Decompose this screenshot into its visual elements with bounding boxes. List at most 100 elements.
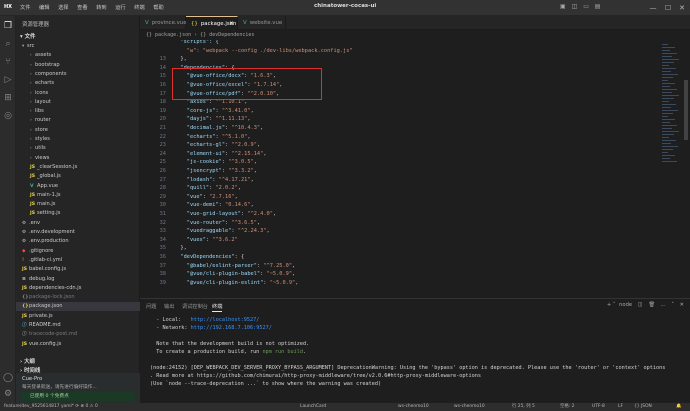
tab-province-vue[interactable]: Vprovince.vue (140, 16, 187, 30)
folder-item[interactable]: ▾ src (16, 42, 140, 50)
minimap[interactable] (660, 40, 682, 296)
indent-setting[interactable]: 空格: 2 (560, 403, 574, 411)
maximize-button[interactable]: ☐ (661, 0, 675, 16)
file-item[interactable]: ⓘ tracecode-post.md (16, 330, 140, 338)
terminal-name[interactable]: node (619, 302, 632, 308)
tab-label: province.vue (151, 20, 187, 26)
status-user[interactable]: ws-chenmo10 (398, 403, 429, 411)
menu-terminal[interactable]: 终端 (134, 4, 144, 11)
panel-tab[interactable]: 调试控制台 (182, 303, 208, 310)
encoding[interactable]: UTF-8 (592, 403, 605, 411)
plugin-icon[interactable]: ◎ (2, 110, 14, 122)
explorer-sidebar: 资源管理器 ▾ 文件 ▾ src › assets › bootstrap › compone… (16, 16, 140, 403)
notifications-bell-icon[interactable]: 🔔 (676, 403, 681, 411)
dropdown-icon[interactable]: ˅ (613, 302, 616, 308)
folder-item[interactable]: › layout (16, 98, 140, 106)
layout-icon[interactable]: ▣ (560, 3, 566, 10)
settings-gear-icon[interactable]: ⚙ (2, 388, 14, 400)
git-branch-status[interactable]: feature/dev_9525614817 yaml* ⟳ ⊗ 0 ⚠ 0 (4, 403, 98, 411)
terminal-token: (Use `node --trace-deprecation ...` to s… (150, 381, 382, 387)
folder-item[interactable]: › views (16, 154, 140, 162)
close-panel-icon[interactable]: ✕ (680, 302, 684, 308)
folder-item[interactable]: › components (16, 70, 140, 78)
trash-icon[interactable]: 🗑 (648, 302, 655, 308)
add-terminal-icon[interactable]: + (607, 302, 611, 308)
file-item[interactable]: {}package-lock.json (16, 293, 140, 301)
menu-edit[interactable]: 编辑 (39, 4, 49, 11)
status-launch[interactable]: LaunchCard (300, 403, 326, 411)
tree-item-label: router (35, 117, 51, 124)
file-item[interactable]: {}package.json (16, 302, 140, 311)
file-item[interactable]: JS _clearSession.js (16, 163, 140, 171)
cursor-position[interactable]: 行 25, 列 5 (512, 403, 535, 411)
file-item[interactable]: JS setting.js (16, 209, 140, 217)
split-icon[interactable]: ◫ (638, 302, 643, 308)
layout-icon[interactable]: ▭ (583, 3, 589, 10)
line-number: 35 (159, 245, 166, 252)
file-item[interactable]: V App.vue (16, 182, 140, 190)
tab-package-json[interactable]: {} package.json × (186, 16, 238, 30)
close-window-button[interactable]: ✕ (675, 0, 689, 16)
folder-item[interactable]: › libs (16, 107, 140, 115)
layout-icon[interactable]: ▤ (595, 3, 601, 10)
file-item[interactable]: JS dependencies-cdn.js (16, 284, 140, 292)
account-icon[interactable]: ◯ (2, 372, 14, 384)
code-editor[interactable]: "scripts": { "w": "webpack --config ./de… (140, 40, 680, 298)
panel-tab[interactable]: 终端 (212, 303, 223, 312)
language-mode[interactable]: {} JSON (634, 403, 652, 411)
menu-help[interactable]: 帮助 (153, 4, 163, 11)
file-item[interactable]: JS babel.config.js (16, 265, 140, 273)
code-token: , (292, 271, 296, 278)
extensions-icon[interactable]: ⊞ (2, 92, 14, 104)
minimize-button[interactable]: — (646, 0, 660, 16)
folder-item[interactable]: › bootstrap (16, 61, 140, 69)
menu-file[interactable]: 文件 (20, 4, 30, 11)
close-tab-icon[interactable]: × (229, 17, 234, 31)
explorer-section-header[interactable]: ▾ 文件 (20, 32, 35, 40)
folder-item[interactable]: › styles (16, 135, 140, 143)
file-item[interactable]: ⚙ .env (16, 219, 140, 227)
breadcrumb[interactable]: {} package.json › {} devDependencies (140, 31, 690, 40)
editor-scrollbar[interactable] (683, 40, 689, 296)
file-item[interactable]: ⚙ .env.production (16, 237, 140, 245)
menu-view[interactable]: 查看 (77, 4, 87, 11)
folder-item[interactable]: › assets (16, 51, 140, 59)
minimap-line (662, 125, 677, 127)
file-item[interactable]: ⓘ README.md (16, 321, 140, 329)
file-item[interactable]: JS private.js (16, 312, 140, 320)
layout-icon[interactable]: ◫ (572, 3, 578, 10)
file-item[interactable]: ◆ .gitignore (16, 247, 140, 255)
folder-item[interactable]: › utils (16, 144, 140, 152)
folder-item[interactable]: › echarts (16, 79, 140, 87)
file-item[interactable]: ⚙ .env.development (16, 228, 140, 236)
folder-item[interactable]: › icons (16, 89, 140, 97)
status-user-2[interactable]: ws-chenmo10 (454, 403, 485, 411)
file-item[interactable]: JS vue.config.js (16, 340, 140, 348)
file-type-icon: ! (22, 257, 25, 263)
scrollbar-thumb[interactable] (684, 80, 688, 140)
maximize-panel-icon[interactable]: ˄ (671, 302, 674, 308)
panel-tab[interactable]: 输出 (164, 303, 174, 310)
explorer-icon[interactable]: ❐ (2, 20, 14, 32)
menu-goto[interactable]: 转到 (96, 4, 106, 11)
folder-item[interactable]: › store (16, 126, 140, 134)
tab-website-vue[interactable]: Vwebsite.vue (238, 16, 286, 30)
file-item[interactable]: JS main.js (16, 200, 140, 208)
minimap-line (662, 92, 672, 94)
menu-select[interactable]: 选择 (58, 4, 68, 11)
line-ending[interactable]: LF (618, 403, 623, 411)
file-item[interactable]: ! .gitlab-ci.yml (16, 256, 140, 264)
file-item[interactable]: JS _global.js (16, 172, 140, 180)
menu-run[interactable]: 运行 (115, 4, 125, 11)
debug-icon[interactable]: ▷ (2, 74, 14, 86)
outline-section[interactable]: › 大纲 (20, 357, 35, 365)
file-type-icon: ≡ (22, 276, 26, 282)
panel-tab[interactable]: 问题 (146, 303, 156, 310)
file-item[interactable]: JS main-1.js (16, 191, 140, 199)
file-item[interactable]: ≡ debug.log (16, 275, 140, 283)
search-icon[interactable]: ⌕ (2, 38, 14, 50)
source-control-icon[interactable]: ⑂ (2, 56, 14, 68)
folder-item[interactable]: › router (16, 116, 140, 124)
more-icon[interactable]: … (661, 302, 666, 308)
cue-pro-status[interactable]: 已使用 0 个免费点 (21, 392, 135, 401)
